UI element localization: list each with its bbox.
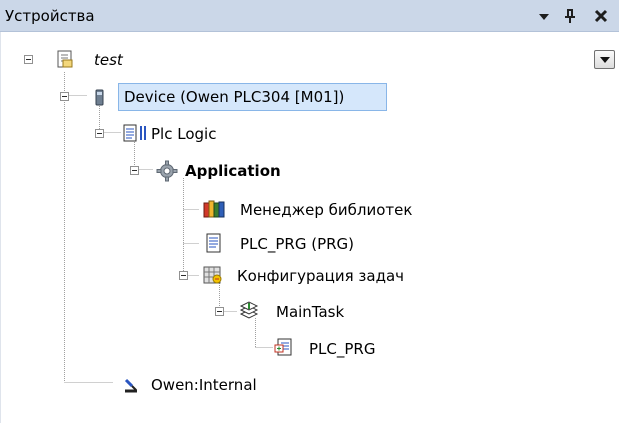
collapse-toggle[interactable] <box>130 166 139 175</box>
device-icon <box>95 89 104 106</box>
chevron-down-icon[interactable] <box>535 6 553 26</box>
tree-dropdown-button[interactable] <box>594 50 615 69</box>
pou-call-icon <box>274 338 292 356</box>
library-books-icon <box>203 200 225 218</box>
io-connector-icon <box>124 378 137 393</box>
collapse-toggle[interactable] <box>179 271 188 280</box>
close-icon[interactable] <box>592 6 610 26</box>
pin-icon[interactable] <box>561 6 579 26</box>
tree-node-label: PLC_PRG (PRG) <box>240 235 355 253</box>
tree-node-label: MainTask <box>276 303 345 321</box>
tree-node-label: Owen:Internal <box>151 376 257 394</box>
task-stack-icon <box>239 301 259 319</box>
tree-node-label: Менеджер библиотек <box>240 201 413 219</box>
tree-node-label: Plc Logic <box>151 125 217 143</box>
document-icon <box>206 233 221 253</box>
tree-node-label: PLC_PRG <box>309 340 376 358</box>
gear-icon <box>156 160 178 182</box>
task-config-icon <box>203 266 222 284</box>
panel-title: Устройства <box>5 7 95 25</box>
tree-node-label: Application <box>185 162 281 180</box>
collapse-toggle[interactable] <box>215 307 224 316</box>
collapse-toggle[interactable] <box>60 92 69 101</box>
device-tree: test Device (Owen PLC304 [M01]) Plc Logi… <box>0 32 619 423</box>
collapse-toggle[interactable] <box>24 55 33 64</box>
devices-panel: Устройства test Device (Owen PLC304 [M01… <box>0 0 619 423</box>
project-icon <box>57 50 73 68</box>
plc-logic-icon <box>123 124 146 142</box>
panel-titlebar: Устройства <box>0 0 619 32</box>
chevron-down-icon <box>600 57 610 63</box>
collapse-toggle[interactable] <box>95 129 104 138</box>
tree-node-label: Конфигурация задач <box>237 267 405 285</box>
tree-node-label: Device (Owen PLC304 [M01]) <box>124 88 345 106</box>
tree-node-label: test <box>94 51 123 69</box>
